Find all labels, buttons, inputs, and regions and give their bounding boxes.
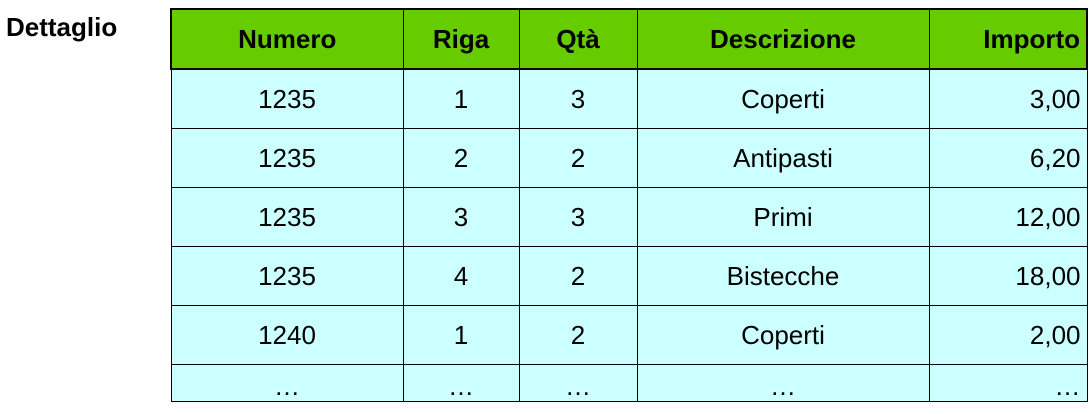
cell-qta: 3 <box>518 68 638 129</box>
cell-importo: 6,20 <box>928 128 1088 188</box>
cell-qta: 2 <box>518 246 638 306</box>
cell-qta: 2 <box>518 128 638 188</box>
column-header-riga: Riga <box>402 8 520 70</box>
cell-descrizione: Bistecche <box>636 246 930 306</box>
column-header-descrizione: Descrizione <box>636 8 930 70</box>
cell-descrizione: Coperti <box>636 68 930 129</box>
cell-importo: 3,00 <box>928 68 1088 129</box>
table-row: 1235 4 2 Bistecche 18,00 <box>170 246 1088 306</box>
cell-importo: … <box>928 364 1088 402</box>
cell-riga: 2 <box>402 128 520 188</box>
table-header-row: Numero Riga Qtà Descrizione Importo <box>170 8 1088 70</box>
table-row: 1235 2 2 Antipasti 6,20 <box>170 128 1088 188</box>
cell-riga: … <box>402 364 520 402</box>
column-header-importo: Importo <box>928 8 1088 70</box>
cell-importo: 18,00 <box>928 246 1088 306</box>
cell-importo: 12,00 <box>928 187 1088 247</box>
cell-qta: … <box>518 364 638 402</box>
cell-descrizione: Coperti <box>636 305 930 365</box>
table-row: 1235 1 3 Coperti 3,00 <box>170 68 1088 129</box>
cell-importo: 2,00 <box>928 305 1088 365</box>
cell-numero: 1235 <box>170 128 404 188</box>
column-header-numero: Numero <box>170 8 404 70</box>
cell-riga: 3 <box>402 187 520 247</box>
cell-numero: … <box>170 364 404 402</box>
cell-qta: 3 <box>518 187 638 247</box>
cell-numero: 1235 <box>170 246 404 306</box>
cell-descrizione: … <box>636 364 930 402</box>
cell-numero: 1240 <box>170 305 404 365</box>
cell-riga: 1 <box>402 68 520 129</box>
table-row-ellipsis: … … … … … <box>170 364 1088 402</box>
cell-qta: 2 <box>518 305 638 365</box>
column-header-qta: Qtà <box>518 8 638 70</box>
cell-riga: 1 <box>402 305 520 365</box>
dettaglio-table: Numero Riga Qtà Descrizione Importo 1235… <box>170 8 1088 402</box>
cell-numero: 1235 <box>170 187 404 247</box>
cell-descrizione: Antipasti <box>636 128 930 188</box>
table-title: Dettaglio <box>6 12 118 42</box>
table-row: 1240 1 2 Coperti 2,00 <box>170 305 1088 365</box>
cell-numero: 1235 <box>170 68 404 129</box>
cell-riga: 4 <box>402 246 520 306</box>
cell-descrizione: Primi <box>636 187 930 247</box>
table-row: 1235 3 3 Primi 12,00 <box>170 187 1088 247</box>
